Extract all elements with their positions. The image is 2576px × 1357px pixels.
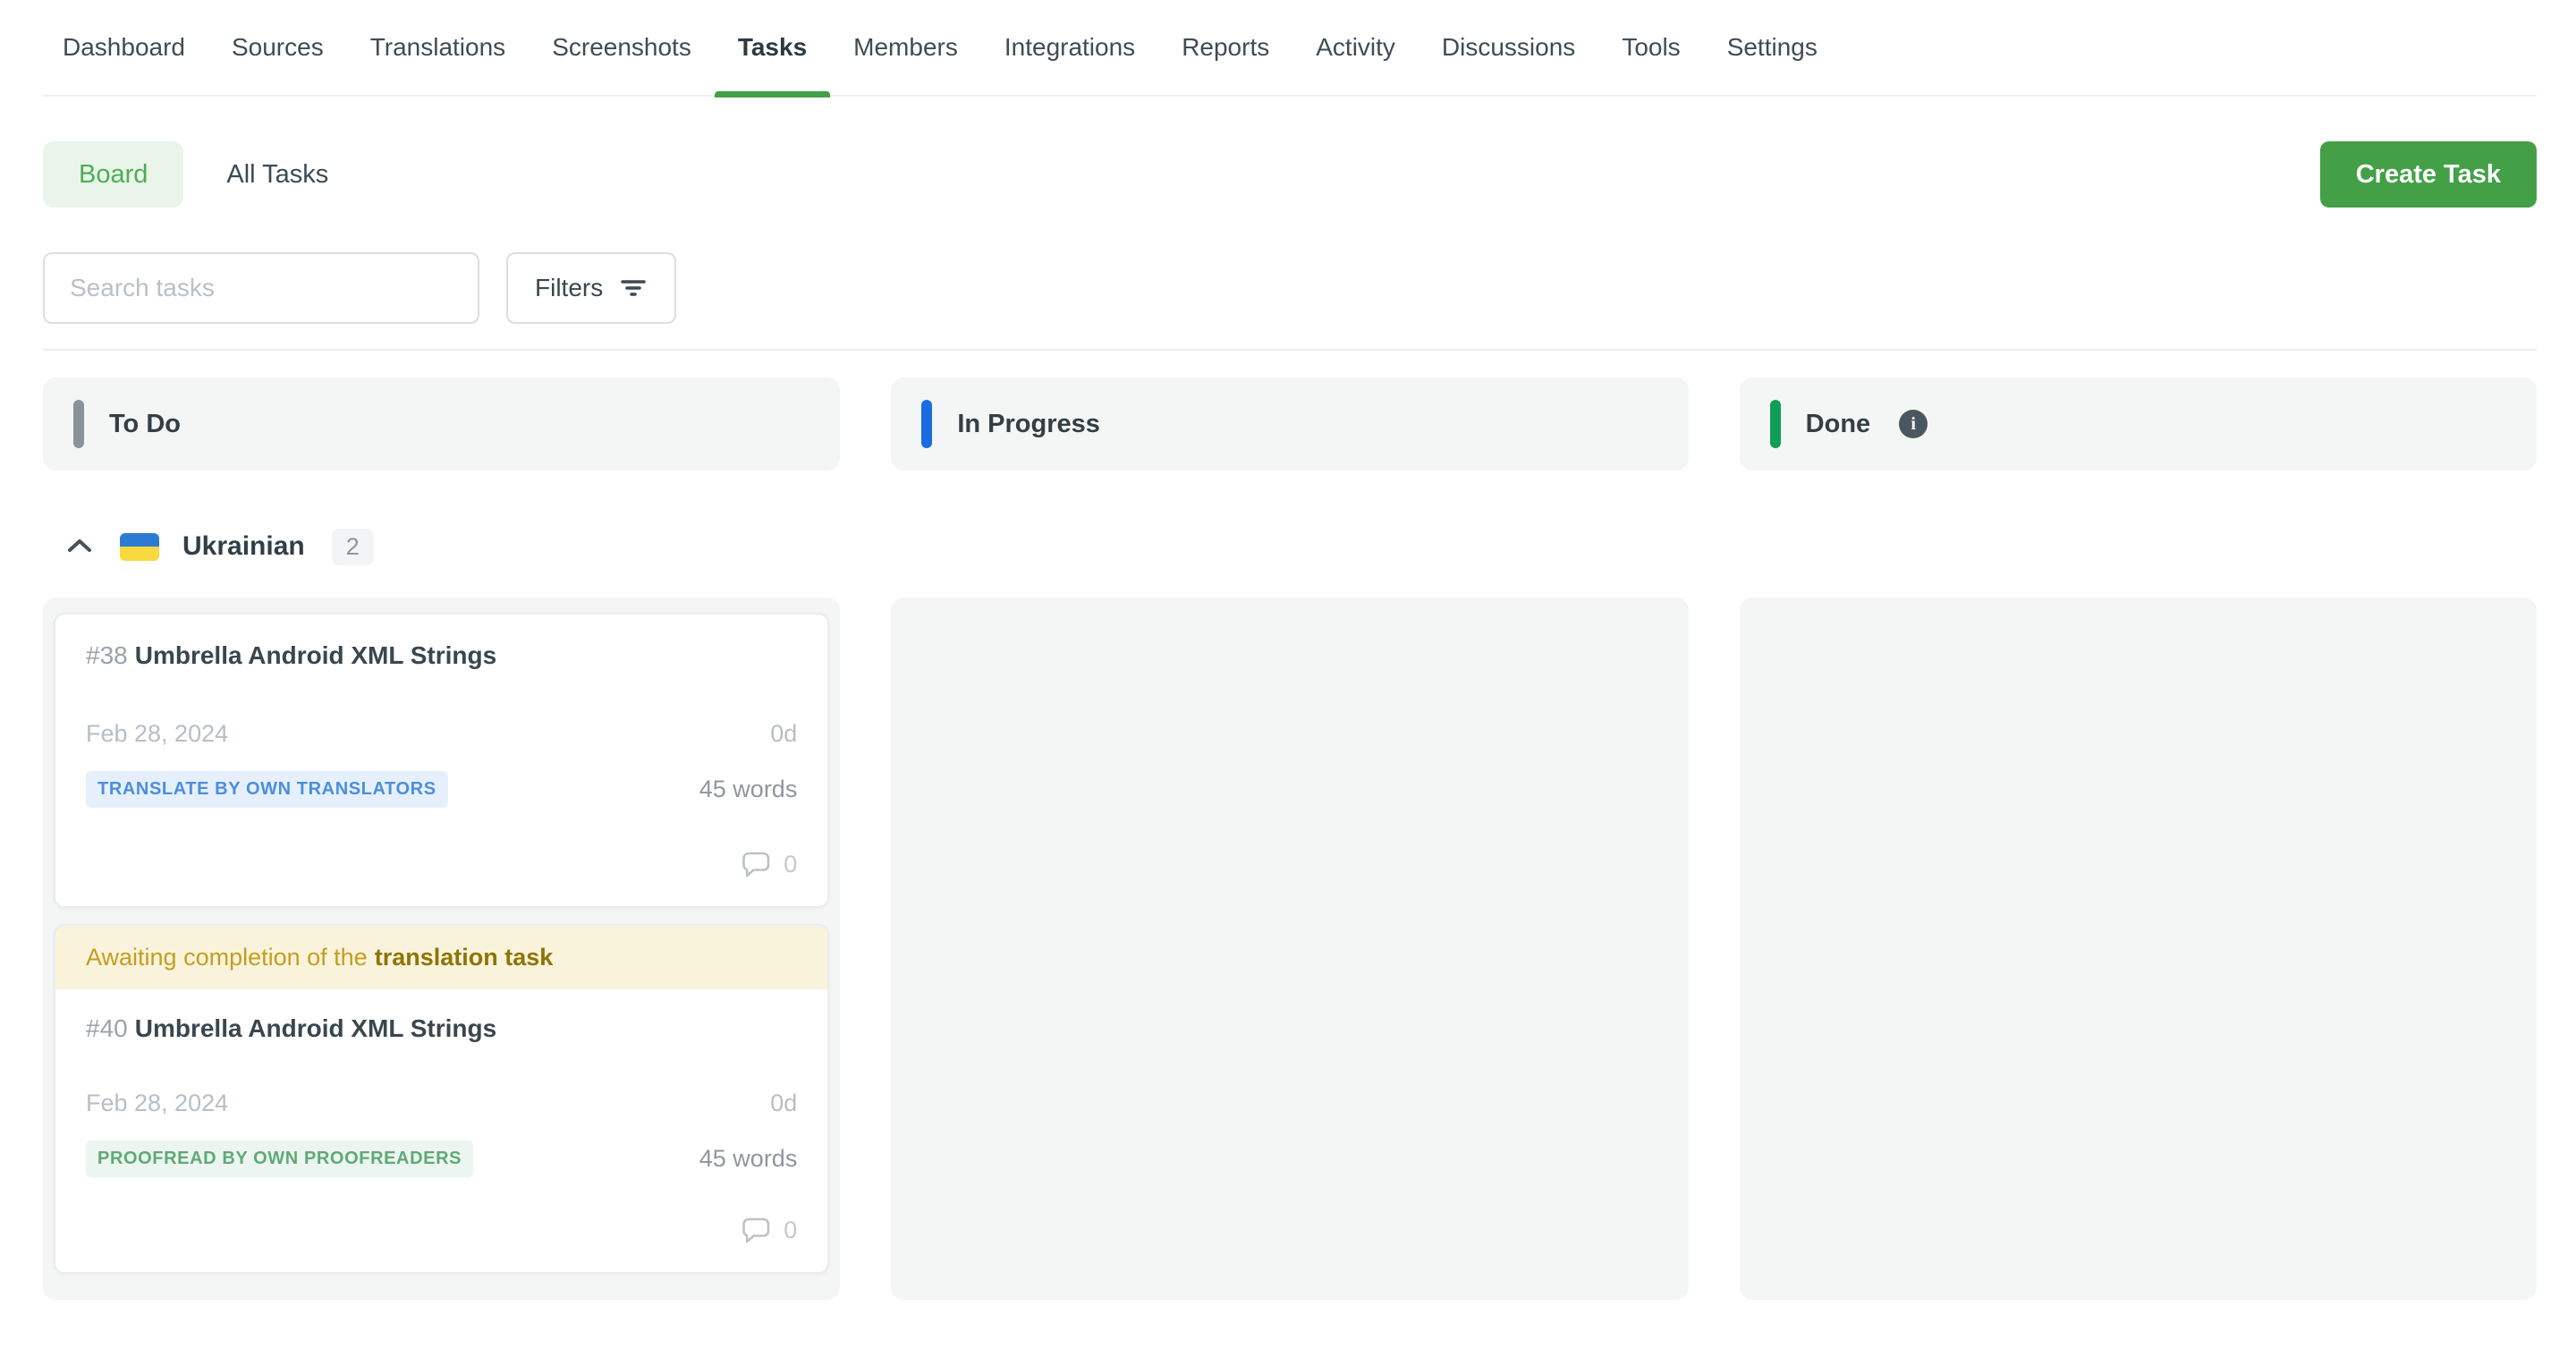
task-type-badge: Translate by own translators (86, 771, 448, 808)
task-type-badge: Proofread by own proofreaders (86, 1141, 473, 1177)
nav-item-dashboard[interactable]: Dashboard (63, 0, 185, 96)
todo-status-marker (73, 400, 84, 448)
banner-text: Awaiting completion of the (86, 944, 368, 971)
task-id: #38 (86, 641, 128, 669)
column-header-in-progress: In Progress (891, 377, 1688, 471)
create-task-button[interactable]: Create Task (2320, 141, 2537, 208)
column-header-todo: To Do (43, 377, 840, 471)
column-header-in-progress-label: In Progress (957, 410, 1100, 439)
column-header-done: Done i (1740, 377, 2537, 471)
comment-bubble-icon (741, 1215, 771, 1245)
task-title-row: #40Umbrella Android XML Strings (86, 1013, 797, 1045)
nav-item-sources[interactable]: Sources (232, 0, 324, 96)
filters-button-label: Filters (535, 274, 603, 302)
task-word-count: 45 words (699, 1145, 798, 1173)
task-title: Umbrella Android XML Strings (135, 1014, 496, 1042)
language-group-header: Ukrainian 2 (43, 521, 2537, 572)
filters-button[interactable]: Filters (506, 252, 676, 324)
search-tasks-input[interactable] (43, 252, 479, 324)
in-progress-status-marker (921, 400, 932, 448)
search-row: Filters (43, 252, 2537, 324)
nav-item-screenshots[interactable]: Screenshots (552, 0, 691, 96)
task-duration: 0d (770, 1090, 797, 1117)
top-navigation: Dashboard Sources Translations Screensho… (43, 0, 2537, 97)
language-group-name: Ukrainian (182, 531, 305, 562)
tasks-page: Dashboard Sources Translations Screensho… (0, 0, 2576, 1300)
board-view-button[interactable]: Board (43, 141, 183, 208)
nav-item-tasks[interactable]: Tasks (738, 0, 807, 96)
task-title-row: #38Umbrella Android XML Strings (86, 640, 797, 672)
filter-lines-icon (619, 275, 648, 301)
task-title: Umbrella Android XML Strings (135, 641, 496, 669)
task-date: Feb 28, 2024 (86, 1090, 228, 1117)
view-toolbar: Board All Tasks Create Task (43, 141, 2537, 208)
nav-item-members[interactable]: Members (853, 0, 958, 96)
lane-todo: #38Umbrella Android XML Strings Feb 28, … (43, 598, 840, 1300)
task-duration: 0d (770, 720, 797, 748)
done-status-marker (1770, 400, 1781, 448)
task-word-count: 45 words (699, 776, 798, 803)
nav-item-settings[interactable]: Settings (1727, 0, 1818, 96)
lane-in-progress (891, 598, 1688, 1300)
comment-bubble-icon (741, 849, 771, 879)
task-comment-count: 0 (784, 1217, 797, 1244)
task-badge-row: Proofread by own proofreaders 45 words (86, 1141, 797, 1177)
task-comments[interactable]: 0 (86, 1215, 797, 1245)
task-badge-row: Translate by own translators 45 words (86, 771, 797, 808)
all-tasks-view-button[interactable]: All Tasks (226, 160, 328, 190)
chevron-up-icon[interactable] (63, 530, 97, 564)
task-card-38[interactable]: #38Umbrella Android XML Strings Feb 28, … (54, 613, 829, 908)
nav-item-integrations[interactable]: Integrations (1004, 0, 1135, 96)
language-group-count-badge: 2 (332, 529, 374, 565)
board-lanes: #38Umbrella Android XML Strings Feb 28, … (43, 598, 2537, 1300)
column-header-done-label: Done (1806, 410, 1871, 439)
awaiting-completion-banner: Awaiting completion of the translation t… (55, 926, 827, 989)
task-comment-count: 0 (784, 851, 797, 878)
task-meta-row: Feb 28, 2024 0d (86, 1090, 797, 1117)
banner-bold-text: translation task (375, 944, 554, 971)
board-column-headers: To Do In Progress Done i (43, 377, 2537, 471)
nav-item-reports[interactable]: Reports (1182, 0, 1269, 96)
lane-done (1740, 598, 2537, 1300)
ukraine-flag-icon (120, 533, 159, 561)
info-icon[interactable]: i (1899, 410, 1928, 438)
column-header-todo-label: To Do (109, 410, 181, 439)
nav-item-activity[interactable]: Activity (1316, 0, 1395, 96)
task-meta-row: Feb 28, 2024 0d (86, 720, 797, 748)
nav-item-discussions[interactable]: Discussions (1442, 0, 1575, 96)
task-id: #40 (86, 1014, 128, 1042)
section-divider (43, 349, 2537, 351)
nav-item-translations[interactable]: Translations (370, 0, 505, 96)
task-comments[interactable]: 0 (86, 849, 797, 879)
nav-item-tools[interactable]: Tools (1622, 0, 1680, 96)
task-date: Feb 28, 2024 (86, 720, 228, 748)
task-card-40[interactable]: Awaiting completion of the translation t… (54, 924, 829, 1274)
